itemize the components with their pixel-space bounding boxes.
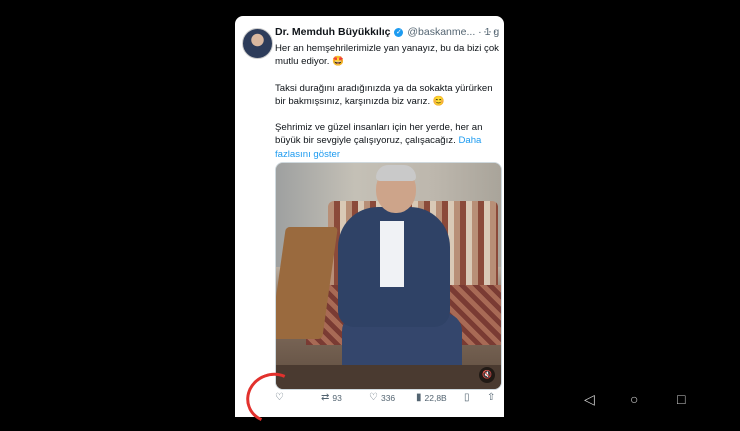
tweet-paragraph: Her an hemşehrilerimizle yan yanayız, bu… [275, 43, 499, 68]
heart-icon: ♡ [369, 392, 378, 403]
photo-person-hair [376, 165, 416, 181]
retweet-count: 93 [332, 393, 342, 403]
author-name[interactable]: Dr. Memduh Büyükkılıç [275, 26, 391, 38]
avatar[interactable] [242, 28, 273, 59]
photo-person-shirt [380, 221, 404, 287]
home-nav-icon[interactable]: ○ [630, 392, 638, 406]
share-button[interactable]: ⇧ [487, 393, 495, 403]
share-icon: ⇧ [487, 392, 496, 403]
back-nav-icon[interactable]: ◁ [584, 392, 595, 406]
tweet-paragraph: Şehrimiz ve güzel insanları için her yer… [275, 121, 499, 161]
photo-floor [276, 365, 501, 389]
like-count: 336 [380, 393, 396, 403]
retweet-icon: ⇄ [321, 392, 330, 403]
author-handle[interactable]: @baskanme... [407, 26, 475, 38]
speaker-muted-icon[interactable]: 🔇 [479, 367, 495, 383]
tweet-paragraph-text: Şehrimiz ve güzel insanları için her yer… [275, 122, 483, 147]
recents-nav-icon[interactable]: □ [677, 392, 685, 406]
verified-badge-icon: ✓ [394, 28, 404, 37]
tweet-text: Her an hemşehrilerimizle yan yanayız, bu… [275, 42, 499, 161]
tweet-paragraph: Taksi durağını aradığınızda ya da sokakt… [275, 82, 493, 107]
like-button[interactable]: ♡ 336 [369, 392, 396, 404]
views-count: 22,8B [424, 393, 447, 403]
tweet-card[interactable]: Dr. Memduh Büyükkılıç ✓ @baskanme... · 1… [235, 16, 504, 417]
views-icon: ▮ [416, 392, 422, 403]
tweet-photo[interactable]: 🔇 [275, 162, 502, 390]
bookmark-button[interactable]: ▯ [464, 393, 470, 403]
views-button[interactable]: ▮ 22,8B [416, 392, 447, 404]
tweet-actions: ♡ ⇄ 93 ♡ 336 ▮ 22,8B ▯ ⇧ [275, 390, 499, 410]
retweet-button[interactable]: ⇄ 93 [321, 392, 342, 404]
bookmark-icon: ▯ [464, 392, 470, 403]
tweet-header: Dr. Memduh Büyükkılıç ✓ @baskanme... · 1… [275, 26, 499, 38]
more-options-button[interactable]: ··· [483, 24, 498, 38]
separator: · [478, 26, 482, 38]
